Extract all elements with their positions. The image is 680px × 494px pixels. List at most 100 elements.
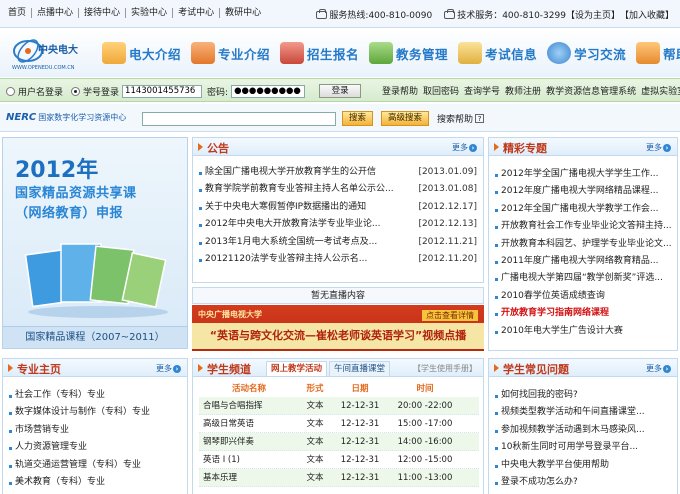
table-row[interactable]: 英语 I (1) 文本 12-12-31 12:00 -15:00 [199,451,479,469]
list-item[interactable]: 2012年学全国广播电视大学学生工作... [495,166,671,183]
promo-details-button[interactable]: 点击查看详情 [422,310,478,321]
add-favorite-link[interactable]: 【加入收藏】 [620,8,674,21]
majors-more-link[interactable]: 更多 › [156,363,181,374]
featured-text-highlight: 开放教育学习指南网络课程 [501,308,610,319]
table-row[interactable]: 基本乐理 文本 12-12-31 11:00 -13:00 [199,469,479,487]
nav-community-label: 学习交流 [574,46,627,62]
nav-exam[interactable]: 考试信息 [458,38,537,68]
table-row[interactable]: 高级日常英语 文本 12-12-31 15:00 -17:00 [199,415,479,433]
virtual-lab-link[interactable]: 虚拟实验室 [641,84,680,97]
list-item[interactable]: 开放教育社会工作专业毕业论文答辩主持... [495,218,671,235]
student-manual-link[interactable]: 【学生使用手册】 [413,363,477,374]
list-item[interactable]: 教育学院学前教育专业答辩主持人名单公示公... [2013.01.08] [199,181,477,198]
nav-enroll[interactable]: 招生报名 [280,38,359,68]
search-help-link[interactable]: 搜索帮助 [437,112,473,125]
nav-intro[interactable]: 电大介绍 [102,38,181,68]
resource-system-link[interactable]: 教学资源信息管理系统 [546,84,636,97]
list-item[interactable]: 美术教育（专科）专业 [9,474,181,491]
list-item[interactable]: 如何找回我的密码? [495,387,671,404]
login-button[interactable]: 登录 [319,84,362,98]
search-button[interactable]: 搜索 [342,111,374,126]
list-item[interactable]: 2012年全国广播电视大学教学工作会... [495,201,671,218]
list-item[interactable]: 2012年中央电大开放教育法学专业毕业论... [2012.12.13] [199,216,477,233]
nav-majors[interactable]: 专业介绍 [191,38,270,68]
notice-date: [2012.12.17] [418,201,477,212]
tab-online-activities[interactable]: 网上教学活动 [266,361,328,376]
bullet-icon [495,439,501,456]
featured-title: 精彩专题 [503,142,547,155]
teacher-register-link[interactable]: 教师注册 [505,84,541,97]
list-item[interactable]: 视频类型教学活动和午间直播课堂... [495,404,671,421]
nav-help-label: 帮助 [663,46,680,62]
notice-text: 关于中央电大寒假暂停IP数据播出的通知 [205,201,367,212]
top-nav-research[interactable]: 教研中心 [220,8,266,18]
login-help-link[interactable]: 登录帮助 [382,84,418,97]
student-id-input[interactable]: 1143001455736 [122,84,203,98]
list-item[interactable]: 中央电大教学平台使用帮助 [495,457,671,474]
cell-date: 12-12-31 [340,455,380,465]
retrieve-password-link[interactable]: 取回密码 [423,84,459,97]
set-homepage-link[interactable]: 【设为主页】 [566,8,620,21]
cell-time: 11:00 -13:00 [397,473,453,483]
list-item[interactable]: 市场营销专业 [9,422,181,439]
featured-text: 2010春学位英语成绩查询 [501,290,605,301]
nav-help[interactable]: 帮助 [636,38,680,68]
cell-activity: 高级日常英语 [203,419,255,429]
top-nav-home[interactable]: 首页 [6,8,33,18]
list-item[interactable]: 人力资源管理专业 [9,439,181,456]
student-channel-box: 学生频道 网上教学活动 午间直播课堂 【学生使用手册】 活动名称 形式 日期 时… [192,358,484,494]
list-item[interactable]: 参加视频教学活动遇到木马感染风... [495,422,671,439]
triangle-icon [494,364,499,372]
list-item[interactable]: 社会工作（专科）专业 [9,387,181,404]
banner-footer[interactable]: 国家精品课程（2007~2011） [3,326,187,348]
list-item[interactable]: 2011年度广播电视大学网络教育精品... [495,253,671,270]
top-nav-vod[interactable]: 点播中心 [32,8,80,18]
top-nav: 首页 点播中心 接待中心 实验中心 考试中心 教研中心 [6,8,266,18]
tab-noon-live[interactable]: 午间直播课堂 [329,361,391,376]
bullet-icon [495,201,501,218]
video-promo-banner[interactable]: 中央广播电视大学 点击查看详情 “英语与跨文化交流—崔松老师谈英语学习”视频点播 [192,305,484,351]
faq-text: 如何找回我的密码? [501,390,578,400]
top-nav-lab[interactable]: 实验中心 [126,8,174,18]
search-input[interactable] [142,111,336,126]
top-nav-reception[interactable]: 接待中心 [79,8,127,18]
nav-academic[interactable]: 教务管理 [369,38,448,68]
bullet-icon [9,422,15,439]
nav-community[interactable]: 学习交流 [547,38,626,68]
cell-date: 12-12-31 [340,473,380,483]
faq-text: 视频类型教学活动和午间直播课堂... [501,407,645,418]
featured-text: 2010年电大学生广告设计大赛 [501,325,623,336]
list-item[interactable]: 2010春学位英语成绩查询 [495,288,671,305]
list-item[interactable]: 2012年度广播电视大学网络精品课程... [495,183,671,200]
list-item[interactable]: 开放教育本科园艺、护理学专业毕业论文... [495,236,671,253]
featured-more-link[interactable]: 更多 › [646,142,671,153]
table-header: 活动名称 形式 日期 时间 [199,381,479,397]
list-item[interactable]: 2010年电大学生广告设计大赛 [495,323,671,340]
password-input[interactable]: ●●●●●●●●● [231,84,306,98]
major-text: 数字媒体设计与制作（专科）专业 [15,407,151,418]
advanced-search-button[interactable]: 高级搜索 [381,111,430,126]
top-nav-exam[interactable]: 考试中心 [173,8,221,18]
faq-more-link[interactable]: 更多 › [646,363,671,374]
query-id-link[interactable]: 查询学号 [464,84,500,97]
bullet-icon [199,199,205,216]
list-item[interactable]: 10秋新生同时可用学号登录平台... [495,439,671,456]
list-item[interactable]: 数字媒体设计与制作（专科）专业 [9,404,181,421]
table-row[interactable]: 钢琴即兴伴奏 文本 12-12-31 14:00 -16:00 [199,433,479,451]
list-item[interactable]: 20121120法学专业答辩主持人公示名... [2012.11.20] [199,251,477,268]
help-question-icon[interactable]: ? [475,114,485,123]
faq-header: 学生常见问题 更多 › [489,359,677,377]
table-row[interactable]: 合唱与合唱指挥 文本 12-12-31 20:00 -22:00 [199,397,479,415]
courses-banner[interactable]: 2012年 国家精品资源共享课 （网络教育）申报 国家精品课程（2007~201… [2,137,188,349]
list-item[interactable]: 登录不成功怎么办? [495,474,671,491]
logo[interactable]: 中央电大 WWW.OPENEDU.COM.CN [8,33,88,73]
list-item[interactable]: 轨道交通运营管理（专科）专业 [9,457,181,474]
list-item[interactable]: 2013年1月电大系统全国统一考试考点及... [2012.11.21] [199,234,477,251]
list-item[interactable]: 关于中央电大寒假暂停IP数据播出的通知 [2012.12.17] [199,199,477,216]
list-item[interactable]: 开放教育学习指南网络课程 [495,305,671,322]
list-item[interactable]: 除全国广播电视大学开放教育学生的公开信 [2013.01.09] [199,164,477,181]
list-item[interactable]: 广播电视大学第四届“教学创新奖”评选... [495,270,671,287]
radio-student-id[interactable] [71,86,81,96]
radio-username[interactable] [6,86,15,96]
notice-more-link[interactable]: 更多 › [452,142,477,153]
